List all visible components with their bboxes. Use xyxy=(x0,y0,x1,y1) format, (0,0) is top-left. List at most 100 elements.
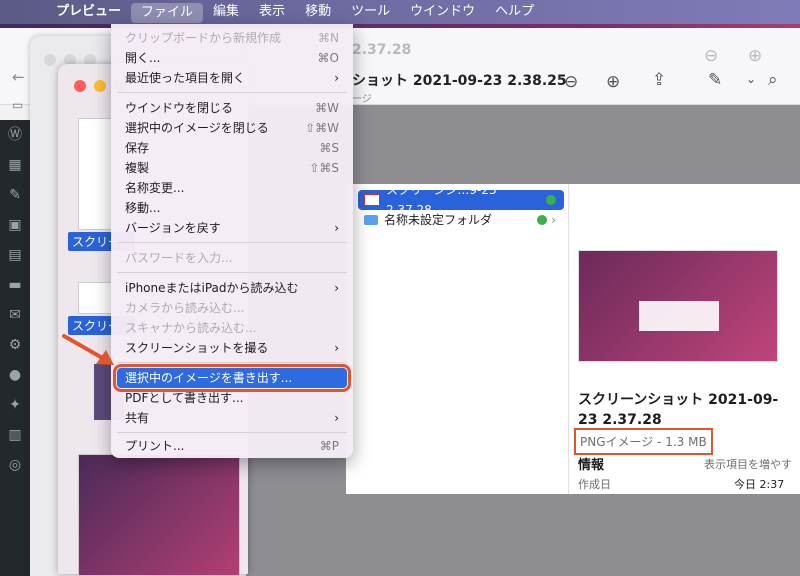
menu-item-label: カメラから読み込む... xyxy=(125,301,245,315)
menu-item-label: スクリーンショットを撮る xyxy=(125,341,269,355)
menu-separator xyxy=(117,362,347,363)
menu-item-export-selected-image[interactable]: 選択中のイメージを書き出す... xyxy=(113,364,351,392)
menu-item-print[interactable]: プリント... ⌘P xyxy=(111,436,353,456)
menu-item-label: 複製 xyxy=(125,161,150,175)
menu-item-label: 共有 xyxy=(125,411,150,425)
menu-bar: プレビュー ファイル 編集 表示 移動 ツール ウインドウ ヘルプ xyxy=(0,0,800,24)
chevron-right-icon: › xyxy=(551,213,556,227)
chevron-down-icon[interactable]: ⌄ xyxy=(746,72,756,86)
menu-item-shortcut: ⌘P xyxy=(319,439,339,453)
menu-item-label: 選択中のイメージを閉じる xyxy=(125,121,269,135)
created-label: 作成日 xyxy=(578,478,611,491)
menu-item-label: パスワードを入力... xyxy=(125,251,233,265)
menu-item-shortcut: ⌘N xyxy=(318,31,339,45)
wordpress-icon: Ⓦ xyxy=(8,127,22,143)
menu-help[interactable]: ヘルプ xyxy=(485,0,544,24)
share-icon[interactable]: ⇪ xyxy=(652,70,666,90)
menu-item-open[interactable]: 開く... ⌘O xyxy=(111,48,353,68)
info-heading: 情報 xyxy=(578,458,605,473)
chevron-right-icon: › xyxy=(334,221,339,235)
menu-item-label: 選択中のイメージを書き出す... xyxy=(125,371,293,385)
menu-item-label: iPhoneまたはiPadから読み込む xyxy=(125,281,299,295)
wp-admin-sidebar: Ⓦ ▦ ✎ ▣ ▤ ▬ ✉ ⚙ ● ✦ ▥ ◎ xyxy=(0,120,30,576)
menu-item-export-as-pdf[interactable]: PDFとして書き出す... xyxy=(111,388,353,408)
file-browser-panel: スクリーンシ…9-23 2.37.28 名称未設定フォルダ › スクリーンショッ… xyxy=(346,183,800,494)
menu-item-label: プリント... xyxy=(125,439,185,453)
menu-item-label: 保存 xyxy=(125,141,150,155)
plugins-icon: ⚙ xyxy=(8,337,22,353)
menu-item-share[interactable]: 共有 › xyxy=(111,408,353,428)
menu-item-rename[interactable]: 名称変更... xyxy=(111,178,353,198)
menu-view[interactable]: 表示 xyxy=(249,0,295,24)
menu-item-import-from-iphone[interactable]: iPhoneまたはiPadから読み込む › xyxy=(111,278,353,298)
thumbnail-4[interactable] xyxy=(78,454,240,576)
search-icon[interactable]: ⌕ xyxy=(768,70,778,90)
list-item-screenshot[interactable]: スクリーンシ…9-23 2.37.28 xyxy=(358,183,564,217)
folder-icon xyxy=(364,215,378,225)
menu-item-new-from-clipboard[interactable]: クリップボードから新規作成 ⌘N xyxy=(111,28,353,48)
menu-separator xyxy=(117,242,347,243)
file-preview-image xyxy=(578,250,778,362)
menu-item-duplicate[interactable]: 複製 ⇧⌘S xyxy=(111,158,353,178)
menu-item-import-from-camera[interactable]: カメラから読み込む... xyxy=(111,298,353,318)
menu-separator xyxy=(117,432,347,433)
menu-item-close-window[interactable]: ウインドウを閉じる ⌘W xyxy=(111,98,353,118)
close-button[interactable] xyxy=(74,80,86,92)
posts-icon: ✎ xyxy=(9,187,21,203)
menu-preview[interactable]: プレビュー xyxy=(46,0,131,24)
menu-item-close-selected-image[interactable]: 選択中のイメージを閉じる ⇧⌘W xyxy=(111,118,353,138)
folder-icon[interactable]: ▭ xyxy=(12,98,23,112)
menu-separator xyxy=(117,272,347,273)
show-more-link[interactable]: 表示項目を増やす xyxy=(704,456,792,472)
chevron-right-icon: › xyxy=(334,341,339,355)
menu-window[interactable]: ウインドウ xyxy=(400,0,485,24)
menu-item-save[interactable]: 保存 ⌘S xyxy=(111,138,353,158)
menu-item-label: バージョンを戻す xyxy=(125,221,221,235)
menu-edit[interactable]: 編集 xyxy=(203,0,249,24)
apple-menu-icon[interactable] xyxy=(0,0,46,24)
zoom-in-icon-back[interactable]: ⊕ xyxy=(748,46,762,66)
media-icon: ▣ xyxy=(8,217,22,233)
list-item-folder[interactable]: 名称未設定フォルダ › xyxy=(358,210,564,230)
minimize-button[interactable] xyxy=(94,80,106,92)
menu-item-label: 名称変更... xyxy=(125,181,185,195)
menu-item-shortcut: ⌘W xyxy=(315,101,339,115)
file-title: スクリーンショット 2021-09-23 2.37.28 xyxy=(578,392,779,428)
document-subtitle: ージ xyxy=(352,94,372,105)
menu-item-move[interactable]: 移動... xyxy=(111,198,353,218)
back-window-title: 2.37.28 xyxy=(352,42,412,58)
document-title: ショット 2021-09-23 2.38.25 xyxy=(352,73,567,89)
menu-item-enter-password[interactable]: パスワードを入力... xyxy=(111,248,353,268)
menu-go[interactable]: 移動 xyxy=(295,0,341,24)
menu-tools[interactable]: ツール xyxy=(341,0,400,24)
menu-item-label: ウインドウを閉じる xyxy=(125,101,234,115)
collapse-icon: ◎ xyxy=(8,457,22,473)
zoom-out-icon-back[interactable]: ⊖ xyxy=(704,46,718,66)
menu-item-shortcut: ⌘S xyxy=(319,141,339,155)
menu-item-take-screenshot[interactable]: スクリーンショットを撮る › xyxy=(111,338,353,358)
mail-icon: ✉ xyxy=(9,307,21,323)
menu-item-label: クリップボードから新規作成 xyxy=(125,31,282,45)
list-item-label: 名称未設定フォルダ xyxy=(384,213,493,227)
png-file-icon xyxy=(364,194,380,206)
file-kind-size: PNGイメージ - 1.3 MB xyxy=(574,428,713,455)
zoom-out-icon[interactable]: ⊖ xyxy=(564,72,578,92)
tools-icon: ✦ xyxy=(9,397,21,413)
users-icon: ● xyxy=(8,367,22,383)
settings-icon: ▥ xyxy=(8,427,22,443)
menu-item-revert-to[interactable]: バージョンを戻す › xyxy=(111,218,353,238)
menu-separator xyxy=(117,92,347,93)
menu-item-label: 移動... xyxy=(125,201,161,215)
menu-item-import-from-scanner[interactable]: スキャナから読み込む... xyxy=(111,318,353,338)
file-list-column: スクリーンシ…9-23 2.37.28 名称未設定フォルダ › xyxy=(346,183,569,494)
chevron-right-icon: › xyxy=(334,281,339,295)
synced-check-icon xyxy=(546,195,556,205)
markup-pen-icon[interactable]: ✎ xyxy=(708,70,722,90)
menu-file[interactable]: ファイル xyxy=(131,3,204,23)
close-button[interactable] xyxy=(44,54,56,66)
menu-item-shortcut: ⌘O xyxy=(317,51,339,65)
menu-item-open-recent[interactable]: 最近使った項目を開く › xyxy=(111,68,353,88)
back-arrow-icon[interactable]: ← xyxy=(12,68,25,86)
zoom-in-icon[interactable]: ⊕ xyxy=(606,72,620,92)
created-value: 今日 2:37 xyxy=(734,478,785,491)
